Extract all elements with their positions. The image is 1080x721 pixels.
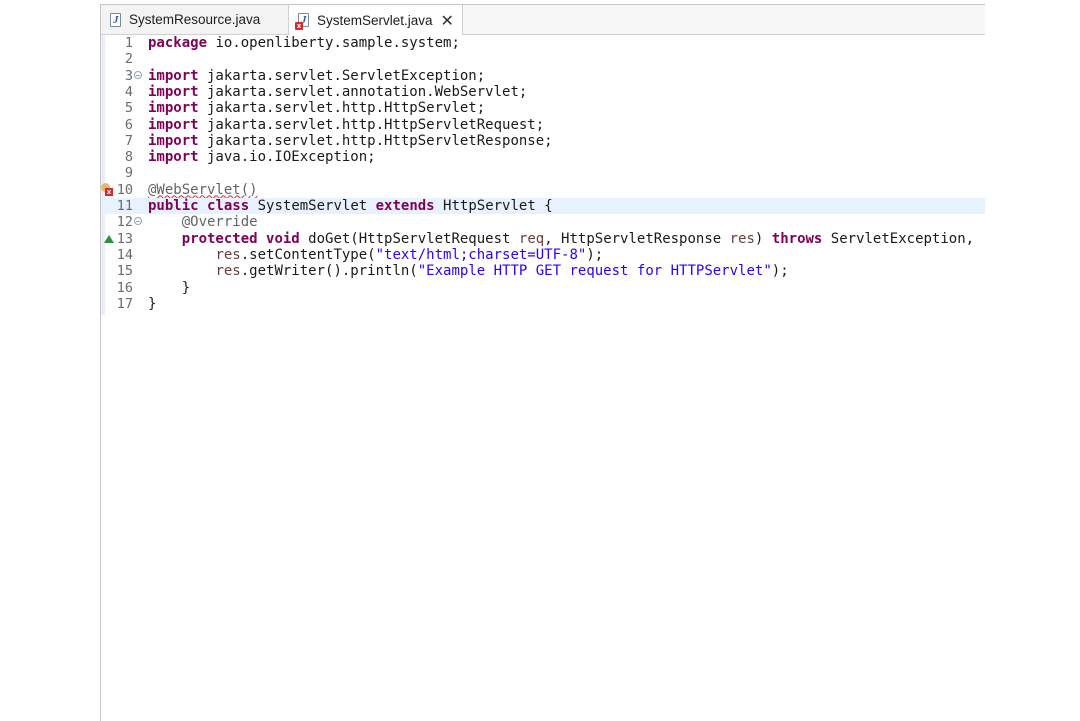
- code-line-current: 11 public class SystemServlet extends Ht…: [101, 198, 985, 215]
- code-line: 14 res.setContentType("text/html;charset…: [101, 247, 985, 263]
- code-line: 15 res.getWriter().println("Example HTTP…: [101, 263, 985, 279]
- line-number: 17: [116, 295, 133, 312]
- fold-toggle-icon[interactable]: [134, 70, 142, 79]
- line-number: 11: [116, 198, 133, 214]
- code-line: 6 import jakarta.servlet.http.HttpServle…: [101, 117, 985, 133]
- code-text: protected void doGet(HttpServletRequest …: [181, 230, 975, 247]
- line-number: 9: [124, 165, 133, 182]
- code-text: import java.io.IOException;: [148, 149, 376, 166]
- line-number: 14: [116, 246, 133, 263]
- line-number: 5: [124, 100, 133, 117]
- code-text: import jakarta.servlet.http.HttpServletR…: [148, 132, 553, 149]
- code-text: import jakarta.servlet.http.HttpServlet;: [148, 100, 486, 117]
- code-line: 13 protected void doGet(HttpServletReque…: [101, 231, 985, 247]
- line-number: 7: [124, 132, 133, 149]
- tab-system-servlet[interactable]: Jx SystemServlet.java ✕: [289, 5, 463, 35]
- code-text: public class SystemServlet extends HttpS…: [148, 198, 553, 214]
- line-number: 4: [124, 83, 133, 100]
- code-editor[interactable]: 1 package io.openliberty.sample.system; …: [101, 35, 985, 721]
- code-text: import jakarta.servlet.http.HttpServletR…: [148, 116, 545, 133]
- code-text: }: [148, 295, 157, 312]
- line-number: 2: [124, 51, 133, 68]
- code-line: 8 import java.io.IOException;: [101, 149, 985, 165]
- code-line: 5 import jakarta.servlet.http.HttpServle…: [101, 100, 985, 116]
- code-text: @Override: [181, 214, 258, 231]
- code-line: 3 import jakarta.servlet.ServletExceptio…: [101, 68, 985, 84]
- code-line: 1 package io.openliberty.sample.system;: [101, 35, 985, 51]
- editor-tab-bar: J SystemResource.java Jx SystemServlet.j…: [101, 5, 985, 35]
- code-text: package io.openliberty.sample.system;: [148, 35, 460, 51]
- code-text: }: [181, 279, 191, 296]
- line-number: 8: [124, 149, 133, 166]
- code-line: 16 }: [101, 280, 985, 296]
- code-text: @WebServlet(): [148, 181, 258, 198]
- code-line: 2: [101, 51, 985, 67]
- line-number: 3: [124, 67, 133, 84]
- editor-frame: J SystemResource.java Jx SystemServlet.j…: [100, 4, 985, 721]
- fold-toggle-icon[interactable]: [134, 217, 142, 226]
- code-text: res.setContentType("text/html;charset=UT…: [215, 246, 604, 263]
- java-file-error-icon: Jx: [295, 13, 309, 30]
- code-line: 17 }: [101, 296, 985, 312]
- line-number: 12: [116, 214, 133, 231]
- line-number: 13: [116, 230, 133, 247]
- tab-label: SystemResource.java: [129, 12, 261, 27]
- code-line: 4 import jakarta.servlet.annotation.WebS…: [101, 84, 985, 100]
- tab-label: SystemServlet.java: [317, 12, 433, 28]
- code-line: 12 @Override: [101, 214, 985, 230]
- code-text: import jakarta.servlet.annotation.WebSer…: [148, 83, 528, 100]
- line-number: 1: [124, 35, 133, 51]
- java-file-icon: J: [110, 12, 121, 27]
- code-text: import jakarta.servlet.ServletException;: [148, 67, 486, 84]
- code-line: 7 import jakarta.servlet.http.HttpServle…: [101, 133, 985, 149]
- line-number: 10: [116, 181, 133, 198]
- line-number: 6: [124, 116, 133, 133]
- line-number: 15: [116, 263, 133, 280]
- code-line: x 10 @WebServlet(): [101, 182, 985, 198]
- close-icon[interactable]: ✕: [441, 11, 454, 30]
- tab-system-resource[interactable]: J SystemResource.java: [101, 5, 289, 34]
- code-line: 9: [101, 165, 985, 181]
- line-number: 16: [116, 279, 133, 296]
- code-text: res.getWriter().println("Example HTTP GE…: [215, 263, 789, 280]
